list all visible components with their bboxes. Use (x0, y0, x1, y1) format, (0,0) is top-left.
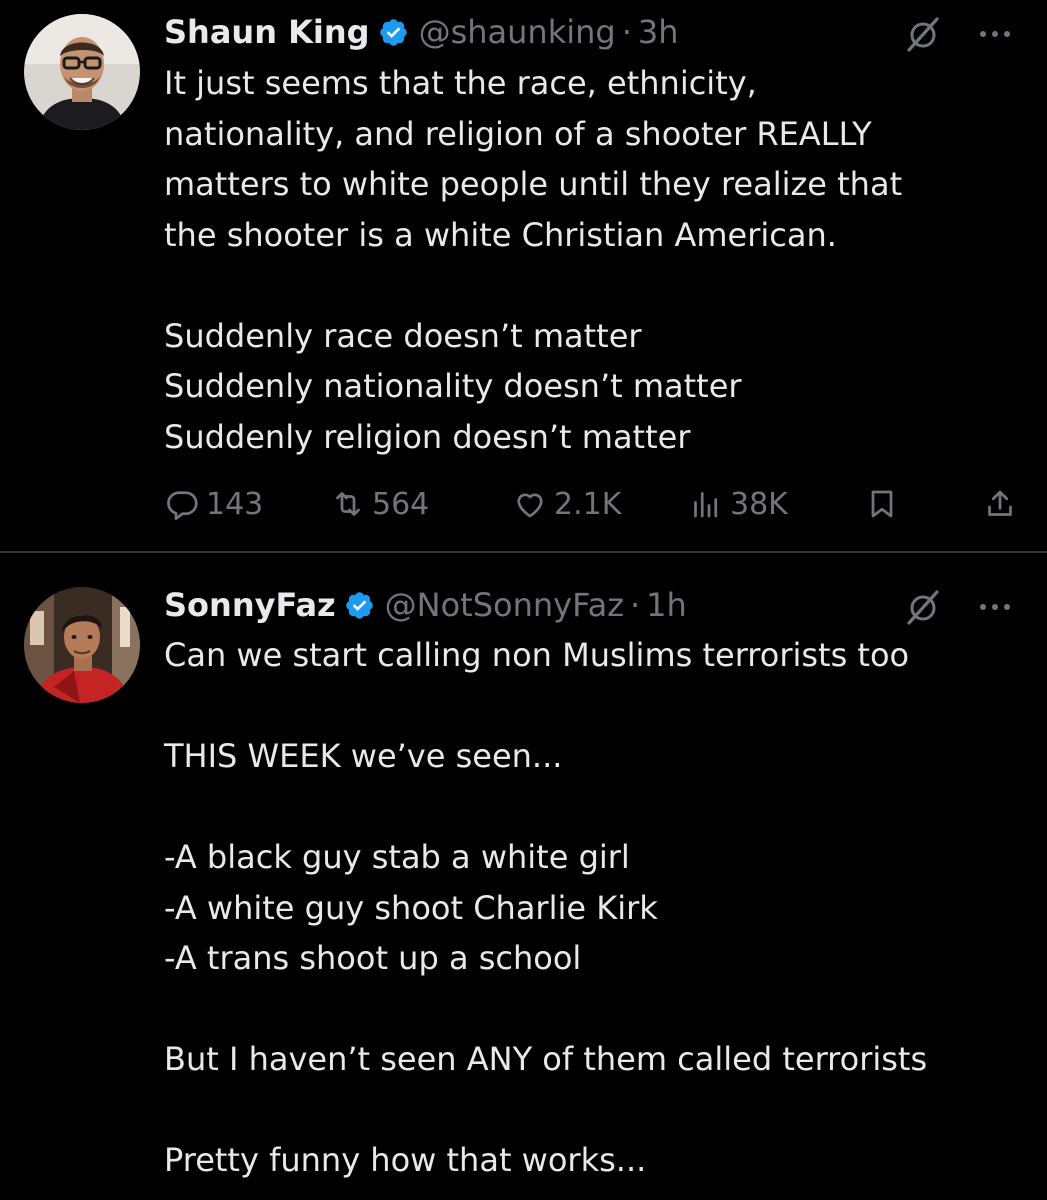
tweet-notsonnyfaz[interactable]: SonnyFaz @NotSonnyFaz · 1h Can we start … (0, 553, 1047, 1200)
tweet-text-line: Suddenly nationality doesn’t matter (164, 367, 742, 405)
tweet-header: SonnyFaz @NotSonnyFaz · 1h (164, 583, 687, 627)
tweet-text-line: matters to white people until they reali… (164, 165, 903, 203)
avatar[interactable] (24, 14, 140, 130)
repost-count: 564 (372, 486, 430, 522)
like-icon (517, 493, 543, 518)
tweet-text-line: It just seems that the race, ethnicity, (164, 64, 757, 102)
tweet-text-line: the shooter is a white Christian America… (164, 215, 837, 254)
reply-button[interactable]: 143 (164, 478, 263, 530)
like-button[interactable]: 2.1K (512, 478, 621, 530)
author-handle[interactable]: @shaunking (419, 10, 616, 54)
timestamp[interactable]: 3h (638, 10, 679, 54)
tweet-text-line: THIS WEEK we’ve seen... (164, 737, 563, 775)
tweet-text-line: But I haven’t seen ANY of them called te… (164, 1040, 928, 1078)
tweet-shaunking[interactable]: Shaun King @shaunking · 3h It just seems… (0, 0, 1047, 552)
tweet-actions: 143 564 2.1K 38K (164, 478, 1024, 530)
view-count: 38K (730, 486, 788, 522)
tweet-text-line: -A black guy stab a white girl (164, 838, 630, 876)
tweet-text-line: nationality, and religion of a shooter R… (164, 114, 872, 153)
views-icon (694, 492, 718, 518)
avatar-image (24, 587, 140, 703)
tweet-text: Can we start calling non Muslims terrori… (164, 630, 1017, 1186)
timestamp[interactable]: 1h (646, 583, 687, 627)
share-button[interactable] (982, 478, 1018, 530)
reply-count: 143 (206, 486, 264, 522)
separator-dot: · (629, 586, 641, 624)
repost-button[interactable]: 564 (330, 478, 429, 530)
verified-badge-icon (344, 590, 375, 621)
bookmark-button[interactable] (864, 478, 900, 530)
author-name[interactable]: Shaun King (164, 10, 370, 54)
grok-icon[interactable] (903, 587, 943, 627)
author-handle[interactable]: @NotSonnyFaz (385, 583, 624, 627)
like-count: 2.1K (554, 486, 622, 522)
avatar[interactable] (24, 587, 140, 703)
tweet-text: It just seems that the race, ethnicity, … (164, 58, 1017, 462)
avatar-image (24, 14, 140, 130)
tweet-text-line: Suddenly race doesn’t matter (164, 316, 642, 355)
tweet-text-line: -A trans shoot up a school (164, 939, 582, 977)
tweet-text-line: Pretty funny how that works... (164, 1141, 647, 1179)
more-options-icon[interactable] (973, 14, 1017, 54)
bookmark-icon (871, 490, 893, 518)
reply-icon (167, 491, 198, 520)
separator-dot: · (621, 13, 632, 51)
tweet-header: Shaun King @shaunking · 3h (164, 10, 679, 54)
views-button[interactable]: 38K (688, 478, 788, 530)
repost-icon (336, 492, 360, 516)
share-icon (988, 490, 1012, 516)
grok-icon[interactable] (903, 14, 943, 54)
more-options-icon[interactable] (973, 587, 1017, 627)
tweet-text-line: Suddenly religion doesn’t matter (164, 417, 691, 456)
tweet-text-line: Can we start calling non Muslims terrori… (164, 636, 910, 674)
author-name[interactable]: SonnyFaz (164, 583, 336, 627)
verified-badge-icon (378, 17, 409, 48)
tweet-text-line: -A white guy shoot Charlie Kirk (164, 888, 658, 927)
